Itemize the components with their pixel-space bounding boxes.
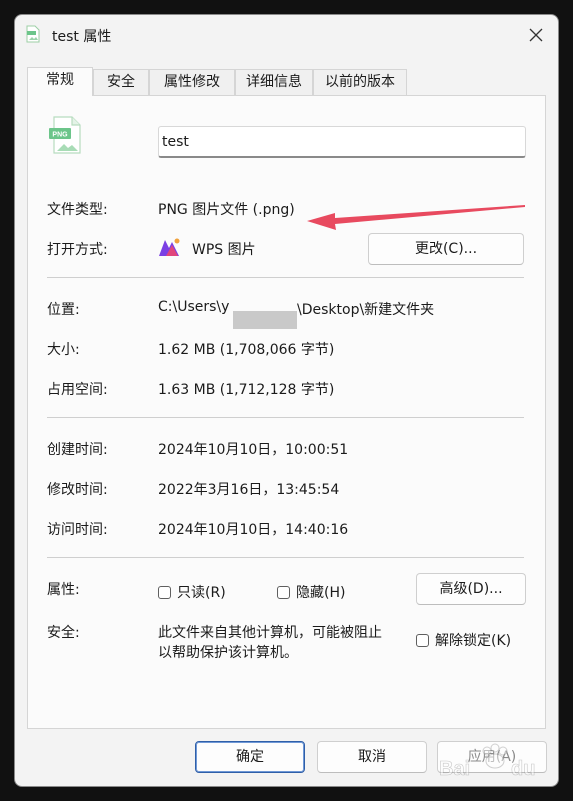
tab-property-edit[interactable]: 属性修改 — [149, 69, 235, 95]
close-icon — [529, 28, 543, 42]
created-label: 创建时间: — [47, 442, 108, 458]
open-with-label: 打开方式: — [47, 242, 108, 258]
file-name-input[interactable] — [158, 126, 526, 158]
size-on-disk-label: 占用空间: — [47, 382, 108, 398]
size-on-disk-value: 1.63 MB (1,712,128 字节) — [158, 382, 335, 398]
png-file-large-icon: PNG — [49, 116, 81, 154]
tab-general[interactable]: 常规 — [27, 67, 93, 96]
readonly-checkbox[interactable]: 只读(R) — [158, 582, 226, 602]
png-file-icon — [26, 25, 40, 43]
file-type-value: PNG 图片文件 (.png) — [158, 202, 295, 218]
separator — [47, 417, 524, 418]
security-text-line1: 此文件来自其他计算机，可能被阻止 — [158, 625, 382, 641]
readonly-checkbox-box[interactable] — [158, 585, 171, 599]
svg-text:du: du — [511, 758, 535, 779]
close-button[interactable] — [518, 19, 554, 51]
unblock-checkbox-label: 解除锁定(K) — [435, 633, 512, 649]
hidden-checkbox-box[interactable] — [277, 585, 290, 599]
accessed-label: 访问时间: — [47, 522, 108, 538]
security-text-line2: 以帮助保护该计算机。 — [158, 645, 298, 661]
cancel-button[interactable]: 取消 — [317, 741, 427, 773]
properties-dialog: test 属性 常规 安全 属性修改 详细信息 以前的版本 PNG 文件类型: … — [14, 14, 559, 787]
accessed-value: 2024年10月10日，14:40:16 — [158, 522, 349, 538]
security-label: 安全: — [47, 625, 80, 641]
file-type-label: 文件类型: — [47, 202, 108, 218]
separator — [47, 557, 524, 558]
location-value-suffix: \Desktop\新建文件夹 — [297, 302, 435, 318]
tab-previous-versions[interactable]: 以前的版本 — [313, 69, 407, 95]
location-label: 位置: — [47, 302, 80, 318]
modified-label: 修改时间: — [47, 482, 108, 498]
unblock-checkbox-box[interactable] — [416, 633, 429, 647]
ok-button[interactable]: 确定 — [195, 741, 305, 773]
location-value-prefix: C:\Users\y — [158, 299, 230, 315]
redacted-username — [233, 311, 297, 329]
change-button[interactable]: 更改(C)... — [368, 233, 524, 265]
size-value: 1.62 MB (1,708,066 字节) — [158, 342, 335, 358]
svg-text:Bai: Bai — [439, 758, 470, 779]
file-type-badge: PNG — [52, 132, 68, 139]
title-bar[interactable]: test 属性 — [15, 15, 558, 55]
tab-details[interactable]: 详细信息 — [235, 69, 313, 95]
open-with-app: WPS 图片 — [192, 242, 256, 258]
hidden-checkbox[interactable]: 隐藏(H) — [277, 582, 345, 602]
separator — [47, 277, 524, 278]
unblock-checkbox[interactable]: 解除锁定(K) — [416, 630, 511, 650]
readonly-checkbox-label: 只读(R) — [177, 585, 226, 601]
window-title: test 属性 — [52, 29, 112, 45]
created-value: 2024年10月10日，10:00:51 — [158, 442, 349, 458]
tab-security[interactable]: 安全 — [93, 69, 149, 95]
hidden-checkbox-label: 隐藏(H) — [296, 585, 346, 601]
baidu-watermark-logo: Bai du — [439, 743, 536, 779]
size-label: 大小: — [47, 342, 80, 358]
attributes-label: 属性: — [47, 582, 80, 598]
advanced-button[interactable]: 高级(D)... — [416, 573, 526, 605]
modified-value: 2022年3月16日，13:45:54 — [158, 482, 340, 498]
wps-app-icon — [159, 238, 180, 256]
